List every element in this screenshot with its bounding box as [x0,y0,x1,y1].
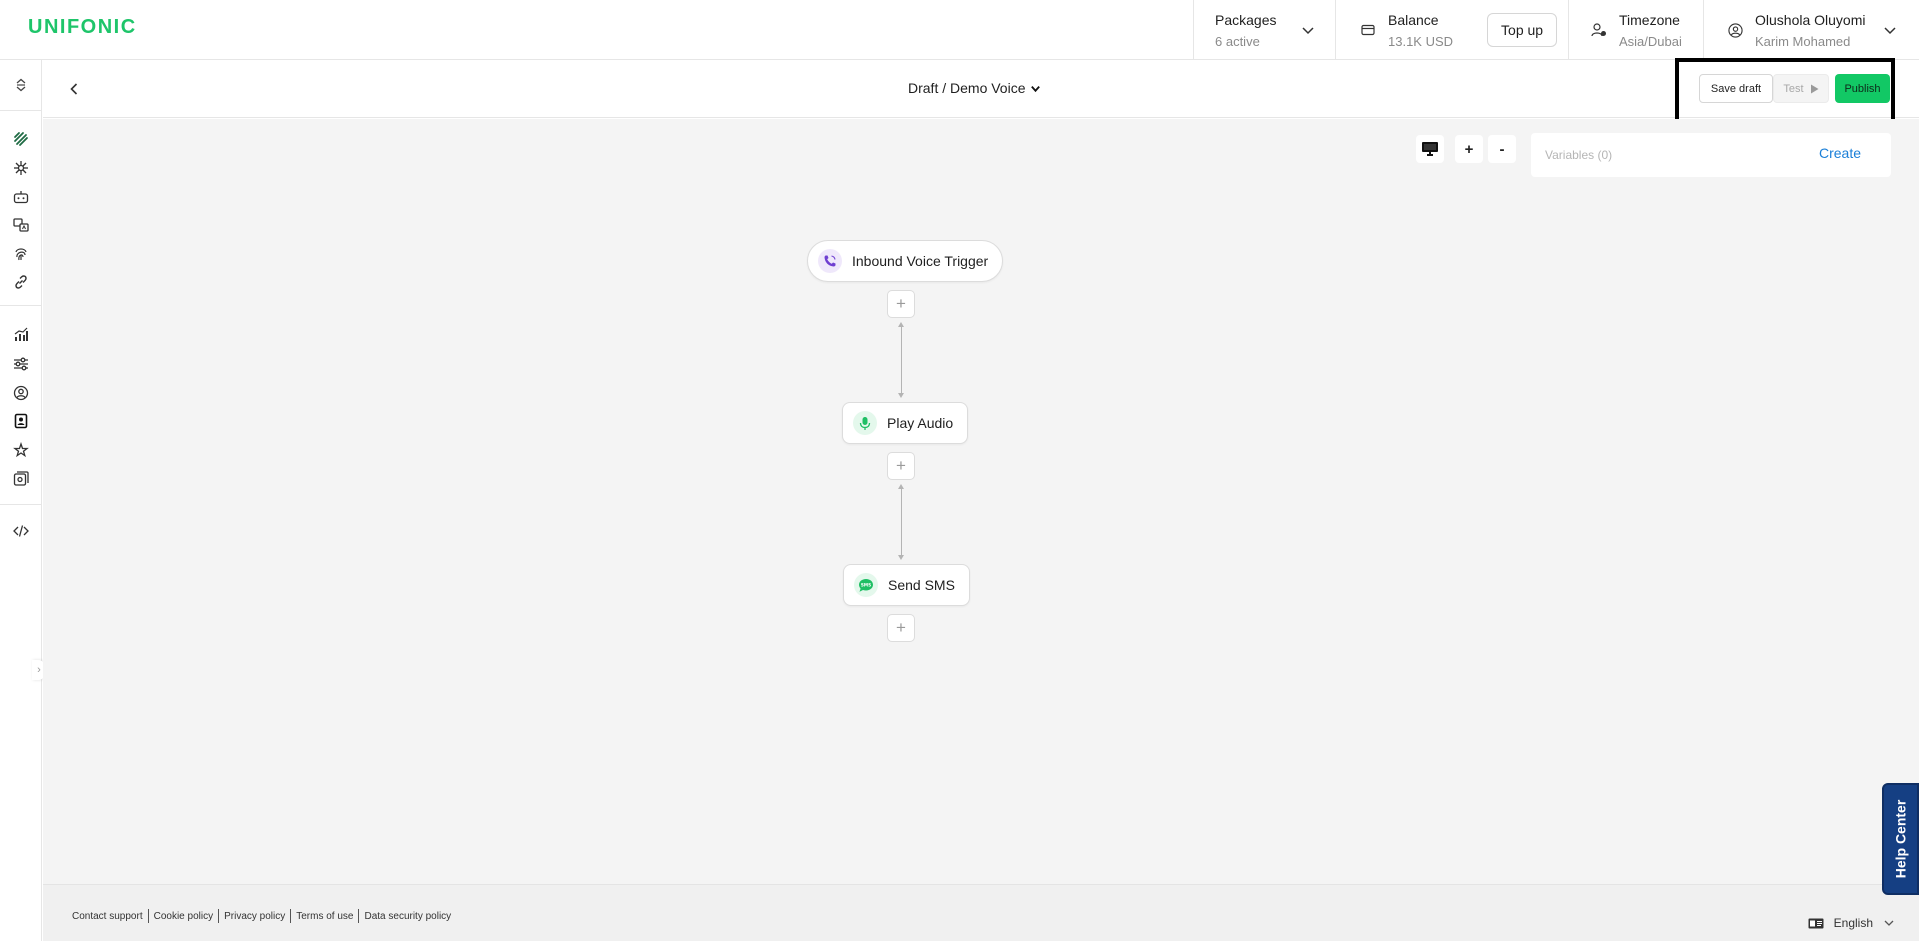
page-footer: Contact support Cookie policy Privacy po… [43,884,1919,941]
footer-links: Contact support Cookie policy Privacy po… [72,909,456,923]
add-step-button[interactable]: + [887,452,915,480]
desktop-view-icon[interactable] [1416,135,1444,163]
balance-amount: 13.1K USD [1388,33,1454,49]
help-center-label: Help Center [1892,799,1909,879]
user-menu[interactable]: Olushola Oluyomi Karim Mohamed [1703,0,1919,60]
breadcrumb-text: Draft / Demo Voice [908,80,1026,96]
chevron-down-icon [1883,917,1895,929]
language-flag-icon [1808,918,1824,929]
chevron-down-icon [1883,23,1897,37]
node-label: Play Audio [887,415,954,431]
rail-divider [0,110,42,111]
help-center-tab[interactable]: Help Center [1882,783,1919,895]
code-icon[interactable] [12,522,30,540]
flow-breadcrumb[interactable]: Draft / Demo Voice [908,80,1041,96]
account-name: Karim Mohamed [1755,33,1851,49]
publish-button[interactable]: Publish [1835,74,1890,103]
footer-link-contact-support[interactable]: Contact support [72,911,148,922]
create-variable-link[interactable]: Create [1819,145,1861,161]
switch-icon[interactable] [12,76,30,94]
connector-arrow [898,393,904,398]
zoom-out-button[interactable]: - [1488,135,1516,163]
flow-node-play-audio[interactable]: Play Audio [842,402,969,444]
save-draft-button[interactable]: Save draft [1699,74,1773,103]
microphone-icon [853,411,877,435]
flow-connector [901,326,902,393]
flow-connector [901,488,902,555]
language-selector[interactable]: English [1808,916,1895,930]
footer-link-data-security-policy[interactable]: Data security policy [359,911,456,922]
packages-count: 6 active [1215,33,1260,49]
footer-link-cookie-policy[interactable]: Cookie policy [149,911,218,922]
back-arrow-icon[interactable] [65,80,83,98]
integrations-icon[interactable] [12,441,30,459]
footer-link-terms-of-use[interactable]: Terms of use [291,911,358,922]
gallery-icon[interactable] [12,470,30,488]
top-header: UNIFONIC Packages 6 active Balance 13.1K… [0,0,1919,60]
rail-divider [0,504,42,505]
sms-bubble-icon: SMS [854,573,878,597]
test-label: Test [1783,82,1804,95]
variables-count: Variables (0) [1545,148,1613,162]
sliders-icon[interactable] [12,355,30,373]
timezone-value: Asia/Dubai [1619,33,1682,49]
translate-icon[interactable] [12,216,30,234]
node-label: Inbound Voice Trigger [852,253,989,269]
zoom-in-button[interactable]: + [1455,135,1483,163]
burst-icon[interactable] [12,159,30,177]
contacts-icon[interactable] [12,412,30,430]
flow-node-send-sms[interactable]: SMS Send SMS [843,564,970,606]
rail-divider [0,305,42,306]
chevron-down-icon [1030,83,1041,94]
play-icon [1810,84,1819,94]
balance-title: Balance [1388,11,1439,28]
user-name: Olushola Oluyomi [1755,11,1866,28]
language-label: English [1833,916,1873,930]
packages-menu[interactable]: Packages 6 active [1193,0,1335,60]
top-up-button[interactable]: Top up [1487,13,1558,47]
channels-icon[interactable] [12,130,30,148]
chevron-down-icon [1301,23,1315,37]
add-step-button[interactable]: + [887,290,915,318]
add-step-button[interactable]: + [887,614,915,642]
account-icon[interactable] [12,384,30,402]
node-label: Send SMS [888,577,955,593]
flow-node-inbound-voice-trigger[interactable]: Inbound Voice Trigger [807,240,1004,282]
editor-toolbar: Draft / Demo Voice [43,60,1919,118]
fingerprint-icon[interactable] [12,245,30,263]
user-circle-icon [1727,22,1743,38]
timezone-title: Timezone [1619,11,1680,28]
variables-panel: Variables (0) Create [1531,133,1891,177]
balance-block: Balance 13.1K USD Top up [1335,0,1568,60]
left-sidebar: › [0,60,46,941]
packages-title: Packages [1215,11,1277,28]
user-clock-icon [1591,22,1607,38]
phone-icon [818,249,842,273]
unifonic-logo[interactable]: UNIFONIC [28,16,137,39]
chatbot-icon[interactable] [12,188,30,206]
timezone-block[interactable]: Timezone Asia/Dubai [1568,0,1703,60]
link-icon[interactable] [12,273,30,291]
wallet-icon [1360,22,1376,38]
test-button[interactable]: Test [1773,74,1829,103]
analytics-icon[interactable] [12,326,30,344]
flow-canvas[interactable] [43,119,1919,884]
footer-link-privacy-policy[interactable]: Privacy policy [219,911,290,922]
svg-text:SMS: SMS [861,582,871,587]
connector-arrow [898,555,904,560]
